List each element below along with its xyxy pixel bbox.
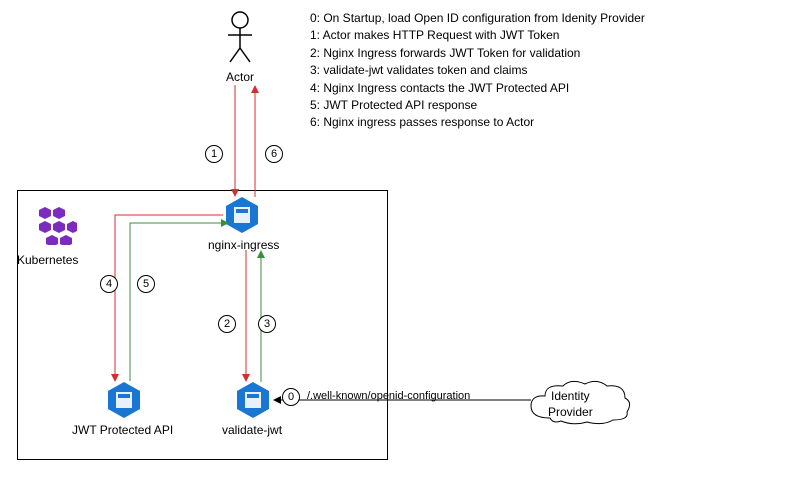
step-badge-2: 2 [218, 315, 236, 333]
actor-icon [225, 10, 255, 65]
identity-provider-label: IdentityProvider [548, 389, 593, 420]
step-5-text: 5: JWT Protected API response [310, 97, 645, 114]
actor-label: Actor [225, 70, 255, 84]
arrow-jwtapi-to-nginx [130, 223, 230, 383]
validate-jwt-icon [233, 380, 273, 420]
step-6-text: 6: Nginx ingress passes response to Acto… [310, 114, 645, 131]
step-2-text: 2: Nginx Ingress forwards JWT Token for … [310, 45, 645, 62]
step-badge-4: 4 [100, 275, 118, 293]
step-badge-5: 5 [137, 275, 155, 293]
step-badge-1: 1 [205, 145, 223, 163]
steps-legend: 0: On Startup, load Open ID configuratio… [310, 10, 645, 132]
step-3-text: 3: validate-jwt validates token and clai… [310, 62, 645, 79]
step-4-text: 4: Nginx Ingress contacts the JWT Protec… [310, 80, 645, 97]
step-badge-3: 3 [258, 315, 276, 333]
step-0-text: 0: On Startup, load Open ID configuratio… [310, 10, 645, 27]
step-1-text: 1: Actor makes HTTP Request with JWT Tok… [310, 27, 645, 44]
arrow-actor-to-nginx [230, 85, 240, 197]
kubernetes-label: Kubernetes [17, 253, 78, 267]
validate-jwt-label: validate-jwt [222, 423, 282, 437]
step-badge-0: 0 [282, 388, 300, 406]
step-badge-6: 6 [265, 145, 283, 163]
jwt-api-icon [104, 380, 144, 420]
arrow-nginx-to-actor [250, 85, 260, 197]
kubernetes-icon [35, 203, 77, 245]
arrow-nginx-to-validate [241, 250, 251, 382]
openid-config-path-label: /.well-known/openid-configuration [307, 390, 470, 402]
jwt-api-label: JWT Protected API [72, 423, 173, 437]
